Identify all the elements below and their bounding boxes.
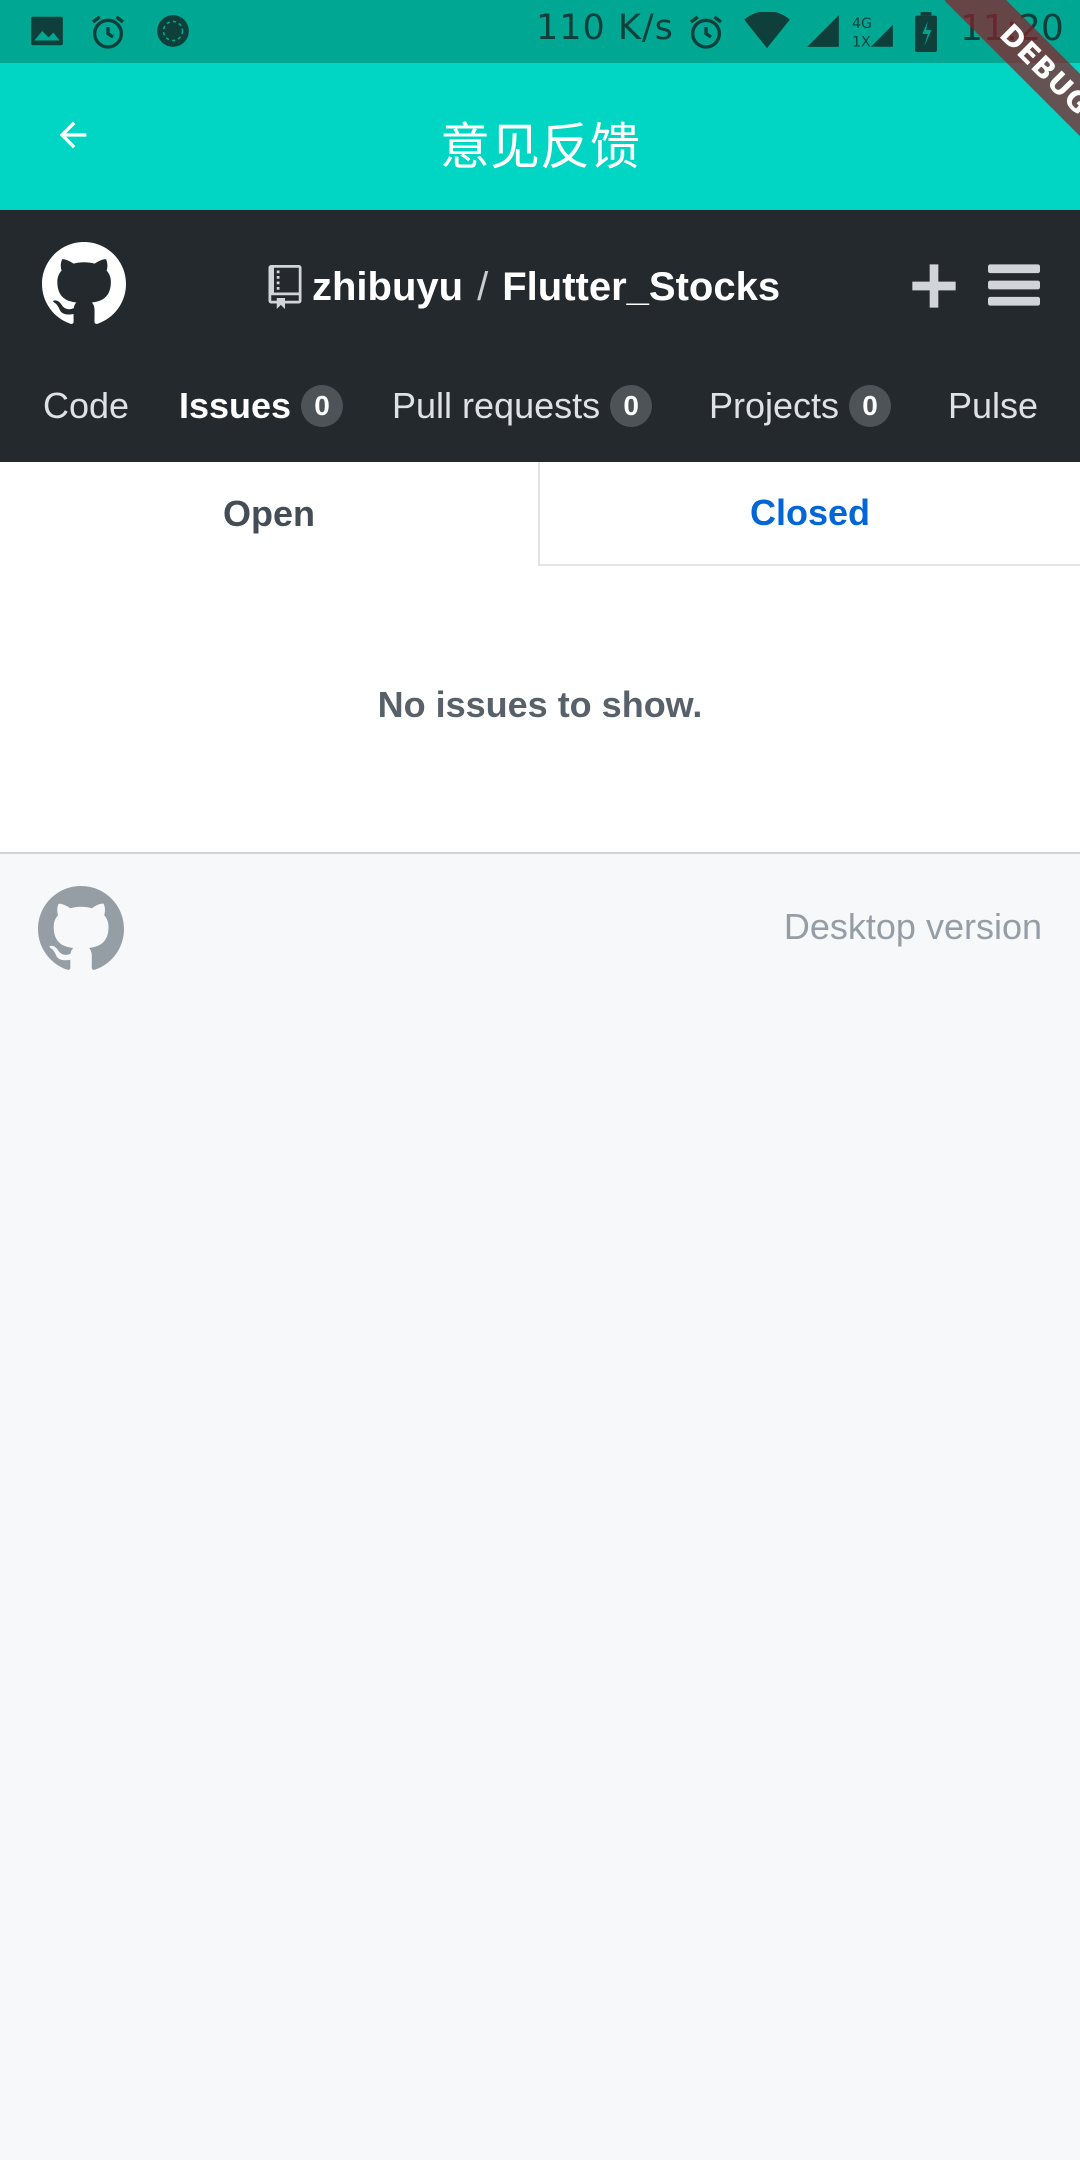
github-octocat-icon[interactable] (38, 886, 124, 972)
nav-item-code[interactable]: Code (43, 368, 129, 444)
nav-item-label: Pulse (948, 385, 1039, 426)
tab-closed[interactable]: Closed (538, 462, 1080, 566)
network-4g-icon: 4G 1X (852, 12, 896, 55)
clock-time: 11:20 (960, 8, 1064, 49)
projects-counter: 0 (849, 385, 892, 427)
nav-item-label: Code (43, 385, 130, 426)
alarm-icon (686, 12, 726, 57)
hamburger-menu-icon[interactable] (988, 262, 1040, 308)
cellular-signal-icon (804, 12, 842, 55)
empty-state-message: No issues to show. (377, 684, 703, 725)
nav-item-projects[interactable]: Projects 0 (709, 368, 892, 444)
battery-icon (914, 12, 938, 57)
tab-open[interactable]: Open (0, 462, 538, 566)
nav-item-label: Issues (179, 385, 292, 426)
alarm-icon (88, 12, 128, 57)
repo-book-icon (268, 265, 302, 309)
repo-owner-link[interactable]: zhibuyu (312, 265, 463, 310)
repo-title: zhibuyu / Flutter_Stocks (268, 262, 780, 312)
issue-state-tabs: Open Closed (0, 462, 1080, 566)
nav-item-label: Pull requests (392, 385, 601, 426)
plus-icon[interactable] (908, 260, 960, 312)
repo-name-link[interactable]: Flutter_Stocks (502, 265, 780, 310)
status-bar: 110 K/s 4G 1X 11:20 (0, 0, 1080, 63)
svg-text:4G: 4G (852, 16, 872, 32)
github-header: zhibuyu / Flutter_Stocks Code Issues 0 P… (0, 210, 1080, 462)
app-bar: 意见反馈 (0, 63, 1080, 210)
issues-counter: 0 (301, 385, 344, 427)
issues-blank-slate: No issues to show. (0, 566, 1080, 854)
svg-text:1X: 1X (852, 35, 871, 50)
nav-item-pulse[interactable]: Pulse (948, 368, 1038, 444)
github-octocat-icon[interactable] (42, 242, 126, 326)
footer: Desktop version (0, 854, 1080, 1004)
page-title: 意见反馈 (440, 118, 640, 176)
nav-item-pull-requests[interactable]: Pull requests 0 (392, 368, 653, 444)
wifi-icon (744, 11, 790, 55)
repo-separator: / (477, 264, 489, 309)
nav-item-label: Projects (709, 385, 840, 426)
repo-nav: Code Issues 0 Pull requests 0 Projects 0… (0, 368, 1080, 444)
nav-item-issues[interactable]: Issues 0 (179, 368, 344, 444)
app-notification-icon (154, 12, 192, 55)
network-speed: 110 K/s (536, 8, 674, 48)
pull-requests-counter: 0 (610, 385, 653, 427)
gallery-icon (28, 12, 66, 55)
desktop-version-link[interactable]: Desktop version (784, 906, 1042, 948)
